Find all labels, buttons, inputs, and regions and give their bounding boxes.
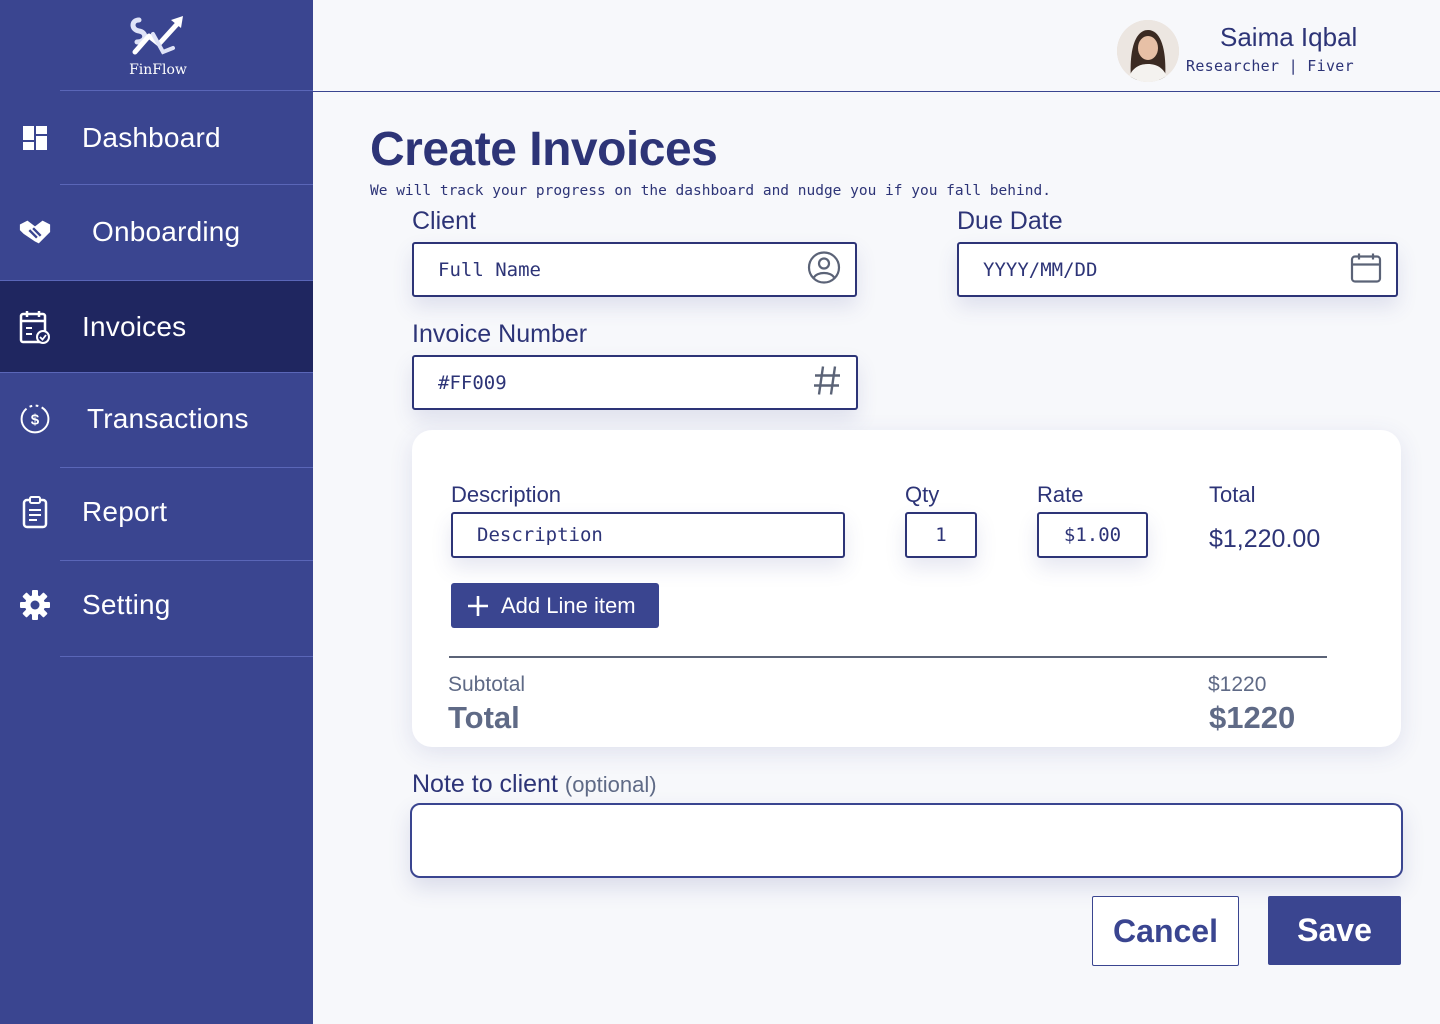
total-header: Total [1209,482,1256,507]
sidebar: FinFlow Dashboard Onboarding Invoices $ … [0,0,313,1024]
save-button[interactable]: Save [1268,896,1401,965]
line-total-value: $1,220.00 [1209,525,1321,553]
user-role: Researcher | Fiver [1186,57,1354,75]
note-optional-text: (optional) [564,772,657,797]
invoice-calendar-icon [18,310,52,344]
cancel-button[interactable]: Cancel [1092,896,1239,966]
description-header: Description [451,482,562,507]
subtotal-label: Subtotal [448,673,526,696]
total-label: Total [448,700,520,735]
sidebar-item-invoices[interactable]: Invoices [0,280,313,373]
invoice-number-label: Invoice Number [412,320,588,348]
client-placeholder: Full Name [438,258,541,281]
gear-icon [18,588,52,622]
divider [60,184,313,185]
sidebar-item-label: Onboarding [92,216,241,247]
clipboard-icon [18,495,52,529]
user-name: Saima Iqbal [1220,22,1358,52]
sidebar-item-transactions[interactable]: $ Transactions [0,374,313,464]
qty-header: Qty [905,482,940,507]
dashboard-icon [18,121,52,155]
rate-header: Rate [1037,482,1084,507]
due-date-input[interactable]: YYYY/MM/DD [957,242,1398,297]
note-textarea[interactable] [410,803,1403,878]
invoice-number-value: #FF009 [438,371,507,394]
sidebar-item-setting[interactable]: Setting [0,560,313,650]
sidebar-item-label: Invoices [82,310,187,342]
sidebar-item-label: Transactions [87,403,249,434]
description-placeholder: Description [477,524,603,546]
divider [60,90,313,91]
add-line-item-button[interactable]: Add Line item [451,583,659,628]
qty-value: 1 [935,524,947,546]
divider [60,656,313,657]
handshake-icon [18,215,52,249]
sidebar-item-label: Dashboard [82,122,221,153]
plus-icon [467,595,489,617]
summary-divider [449,656,1327,658]
hash-icon [812,364,842,401]
sidebar-item-label: Report [82,496,168,527]
sidebar-item-report[interactable]: Report [0,467,313,557]
rate-value: $1.00 [1063,524,1122,546]
note-label-text: Note to client [412,770,558,798]
finflow-logo-icon [130,16,183,55]
page-subtitle: We will track your progress on the dashb… [370,183,1051,199]
calendar-icon [1350,251,1382,288]
due-date-placeholder: YYYY/MM/DD [983,258,1098,281]
svg-text:$: $ [31,411,40,428]
user-circle-icon [807,250,841,289]
add-line-item-label: Add Line item [501,592,636,618]
rate-input[interactable]: $1.00 [1037,512,1148,558]
avatar-portrait-icon [1117,20,1179,82]
client-input[interactable]: Full Name [412,242,857,297]
invoice-number-input[interactable]: #FF009 [412,355,858,410]
page-title: Create Invoices [370,123,718,176]
sidebar-item-dashboard[interactable]: Dashboard [0,93,313,183]
user-avatar[interactable] [1117,20,1179,82]
note-label: Note to client (optional) [412,770,657,799]
sidebar-item-onboarding[interactable]: Onboarding [0,187,313,277]
client-label: Client [412,207,476,235]
brand-name: FinFlow [129,62,187,78]
dollar-circle-icon: $ [18,402,52,436]
subtotal-value: $1220 [1208,673,1267,696]
qty-input[interactable]: 1 [905,512,977,558]
due-date-label: Due Date [957,207,1063,235]
description-input[interactable]: Description [451,512,845,558]
total-value: $1220 [1209,700,1296,735]
brand-logo[interactable]: FinFlow [118,12,198,84]
sidebar-item-label: Setting [82,589,171,620]
